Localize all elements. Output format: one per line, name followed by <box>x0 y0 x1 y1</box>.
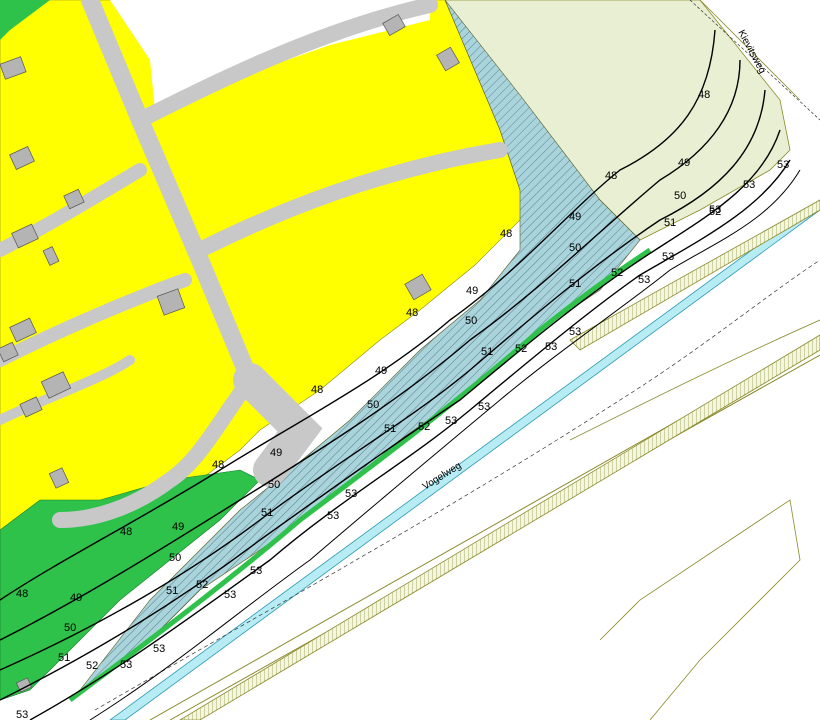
contour-label-50: 50 <box>169 552 181 564</box>
contour-label-52: 52 <box>611 267 623 279</box>
contour-label-52: 52 <box>515 343 527 355</box>
contour-label-48: 48 <box>16 588 28 600</box>
contour-label-53: 53 <box>638 274 650 286</box>
contour-label-53: 53 <box>777 159 789 171</box>
contour-label-53: 53 <box>327 510 339 522</box>
contour-label-53: 53 <box>478 401 490 413</box>
contour-label-53: 53 <box>743 179 755 191</box>
contour-label-53: 53 <box>224 589 236 601</box>
contour-label-53: 53 <box>709 204 721 216</box>
contour-label-51: 51 <box>664 217 676 229</box>
contour-label-50: 50 <box>64 622 76 634</box>
contour-label-49: 49 <box>375 365 387 377</box>
contour-label-53: 53 <box>16 709 28 720</box>
contour-label-51: 51 <box>58 652 70 664</box>
contour-label-49: 49 <box>172 521 184 533</box>
map-canvas[interactable]: Vogelweg Kievitsweg 48 48 48 48 48 48 48… <box>0 0 820 720</box>
contour-label-50: 50 <box>367 399 379 411</box>
contour-label-48: 48 <box>311 384 323 396</box>
contour-label-50: 50 <box>268 479 280 491</box>
contour-label-49: 49 <box>569 211 581 223</box>
contour-label-52: 52 <box>86 660 98 672</box>
contour-label-52: 52 <box>418 421 430 433</box>
contour-label-53: 53 <box>153 643 165 655</box>
contour-label-51: 51 <box>166 585 178 597</box>
contour-label-51: 51 <box>384 423 396 435</box>
contour-label-48: 48 <box>605 170 617 182</box>
contour-label-50: 50 <box>465 315 477 327</box>
contour-label-50: 50 <box>569 242 581 254</box>
contour-label-53: 53 <box>445 415 457 427</box>
contour-label-51: 51 <box>569 278 581 290</box>
contour-label-53: 53 <box>120 659 132 671</box>
contour-label-50: 50 <box>674 190 686 202</box>
contour-label-49: 49 <box>678 157 690 169</box>
contour-label-53: 53 <box>545 341 557 353</box>
contour-label-48: 48 <box>406 307 418 319</box>
contour-label-53: 53 <box>250 565 262 577</box>
contour-label-48: 48 <box>120 526 132 538</box>
contour-label-53: 53 <box>662 251 674 263</box>
contour-label-49: 49 <box>466 285 478 297</box>
contour-label-51: 51 <box>481 346 493 358</box>
contour-label-48: 48 <box>212 459 224 471</box>
contour-label-49: 49 <box>70 592 82 604</box>
contour-label-49: 49 <box>270 447 282 459</box>
contour-label-53: 53 <box>345 488 357 500</box>
contour-label-53: 53 <box>569 326 581 338</box>
contour-label-51: 51 <box>261 507 273 519</box>
contour-label-48: 48 <box>698 89 710 101</box>
contour-label-52: 52 <box>196 579 208 591</box>
contour-label-48: 48 <box>500 228 512 240</box>
